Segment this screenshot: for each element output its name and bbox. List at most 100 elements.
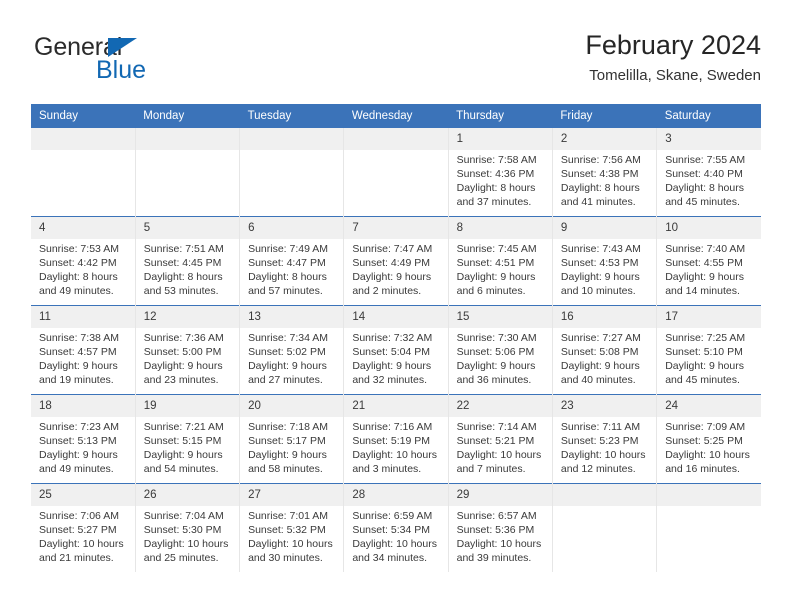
calendar-day-cell[interactable]: 7 Sunrise: 7:47 AM Sunset: 4:49 PM Daylight… (343, 216, 449, 306)
calendar-day-cell[interactable]: 11 Sunrise: 7:38 AM Sunset: 4:57 PM Dayligh… (31, 305, 136, 395)
sunrise-text: Sunrise: 7:06 AM (39, 510, 119, 522)
day-details: Sunrise: 7:36 AM Sunset: 5:00 PM Daylight:… (136, 328, 239, 387)
daylight-text-line1: Daylight: 9 hours (560, 271, 640, 283)
sunset-text: Sunset: 4:51 PM (456, 257, 535, 269)
calendar-day-cell[interactable]: 1 Sunrise: 7:58 AM Sunset: 4:36 PM Daylight… (447, 128, 553, 217)
calendar-day-cell[interactable]: 3 Sunrise: 7:55 AM Sunset: 4:40 PM Daylight… (656, 128, 761, 217)
day-number: 20 (240, 395, 344, 417)
daylight-text-line1: Daylight: 8 hours (560, 182, 640, 194)
sunset-text: Sunset: 5:04 PM (352, 346, 430, 358)
calendar-day-cell[interactable]: 14 Sunrise: 7:32 AM Sunset: 5:04 PM Dayligh… (343, 305, 449, 395)
sunset-text: Sunset: 5:17 PM (248, 435, 326, 447)
day-number: 27 (240, 484, 344, 506)
day-number (136, 128, 240, 150)
calendar-day-cell[interactable]: 2 Sunrise: 7:56 AM Sunset: 4:38 PM Daylight… (551, 128, 657, 217)
daylight-text-line2: and 25 minutes. (143, 552, 219, 564)
calendar-day-cell[interactable]: 16 Sunrise: 7:27 AM Sunset: 5:08 PM Dayligh… (551, 305, 657, 395)
daylight-text-line2: and 14 minutes. (665, 285, 740, 297)
calendar-day-cell[interactable]: 22 Sunrise: 7:14 AM Sunset: 5:21 PM Dayligh… (447, 394, 553, 484)
sunrise-text: Sunrise: 6:57 AM (456, 510, 537, 522)
weekday-header-row: Sunday Monday Tuesday Wednesday Thursday… (31, 104, 761, 128)
calendar-day-cell[interactable]: 15 Sunrise: 7:30 AM Sunset: 5:06 PM Dayligh… (447, 305, 553, 395)
calendar-week-row: 25 Sunrise: 7:06 AM Sunset: 5:27 PM Dayligh… (31, 483, 761, 572)
day-number: 1 (449, 128, 552, 150)
calendar-day-cell[interactable]: 23 Sunrise: 7:11 AM Sunset: 5:23 PM Dayligh… (551, 394, 657, 484)
daylight-text-line1: Daylight: 10 hours (352, 538, 437, 550)
daylight-text-line1: Daylight: 10 hours (665, 449, 750, 461)
daylight-text-line2: and 49 minutes. (39, 285, 114, 297)
sunset-text: Sunset: 4:42 PM (39, 257, 117, 269)
day-details: Sunrise: 7:55 AM Sunset: 4:40 PM Daylight:… (658, 150, 761, 209)
day-details: Sunrise: 7:25 AM Sunset: 5:10 PM Daylight:… (658, 328, 761, 387)
calendar-day-cell[interactable]: 28 Sunrise: 6:59 AM Sunset: 5:34 PM Dayligh… (343, 483, 449, 572)
sunset-text: Sunset: 4:49 PM (352, 257, 430, 269)
sunrise-text: Sunrise: 7:55 AM (665, 154, 746, 166)
calendar-day-cell[interactable]: 20 Sunrise: 7:18 AM Sunset: 5:17 PM Dayligh… (239, 394, 344, 484)
sunset-text: Sunset: 5:36 PM (456, 524, 535, 536)
calendar-day-cell[interactable]: 21 Sunrise: 7:16 AM Sunset: 5:19 PM Dayligh… (343, 394, 449, 484)
day-number: 13 (240, 306, 344, 328)
sunrise-text: Sunrise: 7:34 AM (248, 332, 329, 344)
daylight-text-line2: and 54 minutes. (143, 463, 219, 475)
sunset-text: Sunset: 4:36 PM (456, 168, 535, 180)
daylight-text-line2: and 3 minutes. (352, 463, 422, 475)
calendar-day-cell[interactable]: 29 Sunrise: 6:57 AM Sunset: 5:36 PM Dayligh… (447, 483, 553, 572)
sunset-text: Sunset: 4:57 PM (39, 346, 117, 358)
day-number: 22 (449, 395, 552, 417)
day-number (657, 484, 761, 506)
calendar-day-cell[interactable]: 24 Sunrise: 7:09 AM Sunset: 5:25 PM Dayligh… (656, 394, 761, 484)
day-details: Sunrise: 7:51 AM Sunset: 4:45 PM Daylight:… (136, 239, 239, 298)
calendar-day-cell[interactable]: 4 Sunrise: 7:53 AM Sunset: 4:42 PM Daylight… (31, 216, 136, 306)
day-number: 4 (31, 217, 135, 239)
weekday-header-wednesday: Wednesday (343, 104, 449, 128)
sunrise-text: Sunrise: 7:09 AM (665, 421, 746, 433)
day-details: Sunrise: 7:47 AM Sunset: 4:49 PM Daylight:… (345, 239, 448, 298)
sunset-text: Sunset: 5:19 PM (352, 435, 430, 447)
sunrise-text: Sunrise: 7:30 AM (456, 332, 537, 344)
calendar-day-cell[interactable]: 13 Sunrise: 7:34 AM Sunset: 5:02 PM Dayligh… (239, 305, 344, 395)
calendar-day-cell[interactable]: 19 Sunrise: 7:21 AM Sunset: 5:15 PM Dayligh… (134, 394, 240, 484)
daylight-text-line2: and 2 minutes. (352, 285, 422, 297)
daylight-text-line2: and 19 minutes. (39, 374, 114, 386)
sunset-text: Sunset: 5:13 PM (39, 435, 117, 447)
daylight-text-line1: Daylight: 8 hours (456, 182, 536, 194)
calendar-week-row: 18 Sunrise: 7:23 AM Sunset: 5:13 PM Dayligh… (31, 394, 761, 484)
sunset-text: Sunset: 5:15 PM (143, 435, 222, 447)
calendar-day-cell[interactable]: 25 Sunrise: 7:06 AM Sunset: 5:27 PM Dayligh… (31, 483, 136, 572)
day-number: 14 (344, 306, 448, 328)
day-details: Sunrise: 7:53 AM Sunset: 4:42 PM Daylight:… (31, 239, 135, 298)
weekday-header-sunday: Sunday (31, 104, 136, 128)
daylight-text-line2: and 49 minutes. (39, 463, 114, 475)
calendar-day-cell[interactable]: 17 Sunrise: 7:25 AM Sunset: 5:10 PM Dayligh… (656, 305, 761, 395)
day-number: 15 (449, 306, 552, 328)
calendar-day-cell[interactable]: 9 Sunrise: 7:43 AM Sunset: 4:53 PM Daylight… (551, 216, 657, 306)
calendar-day-cell[interactable]: 26 Sunrise: 7:04 AM Sunset: 5:30 PM Dayligh… (134, 483, 240, 572)
calendar-day-cell[interactable]: 10 Sunrise: 7:40 AM Sunset: 4:55 PM Dayligh… (656, 216, 761, 306)
daylight-text-line2: and 58 minutes. (248, 463, 323, 475)
day-number: 12 (136, 306, 240, 328)
daylight-text-line2: and 10 minutes. (560, 285, 636, 297)
calendar-day-cell[interactable]: 12 Sunrise: 7:36 AM Sunset: 5:00 PM Dayligh… (134, 305, 240, 395)
daylight-text-line1: Daylight: 10 hours (143, 538, 229, 550)
sunset-text: Sunset: 5:30 PM (143, 524, 222, 536)
daylight-text-line1: Daylight: 9 hours (352, 360, 432, 372)
calendar-day-cell[interactable]: 8 Sunrise: 7:45 AM Sunset: 4:51 PM Daylight… (447, 216, 553, 306)
day-number: 29 (449, 484, 552, 506)
day-number: 6 (240, 217, 344, 239)
day-number (31, 128, 135, 150)
calendar-day-cell[interactable]: 6 Sunrise: 7:49 AM Sunset: 4:47 PM Daylight… (239, 216, 344, 306)
sunset-text: Sunset: 5:08 PM (560, 346, 639, 358)
day-number: 23 (553, 395, 657, 417)
logo-text-blue: Blue (96, 56, 147, 84)
general-blue-logo[interactable]: General Blue (34, 33, 224, 89)
sunset-text: Sunset: 5:21 PM (456, 435, 535, 447)
page-subtitle: Tomelilla, Skane, Sweden (589, 67, 761, 84)
day-details: Sunrise: 7:01 AM Sunset: 5:32 PM Daylight:… (241, 506, 344, 565)
day-number: 17 (657, 306, 761, 328)
daylight-text-line2: and 41 minutes. (560, 196, 636, 208)
sunrise-text: Sunrise: 7:11 AM (560, 421, 641, 433)
calendar-day-cell[interactable]: 5 Sunrise: 7:51 AM Sunset: 4:45 PM Daylight… (134, 216, 240, 306)
calendar-day-cell[interactable]: 27 Sunrise: 7:01 AM Sunset: 5:32 PM Dayligh… (239, 483, 344, 572)
calendar-day-cell[interactable]: 18 Sunrise: 7:23 AM Sunset: 5:13 PM Dayligh… (31, 394, 136, 484)
day-details: Sunrise: 7:21 AM Sunset: 5:15 PM Daylight:… (136, 417, 239, 476)
